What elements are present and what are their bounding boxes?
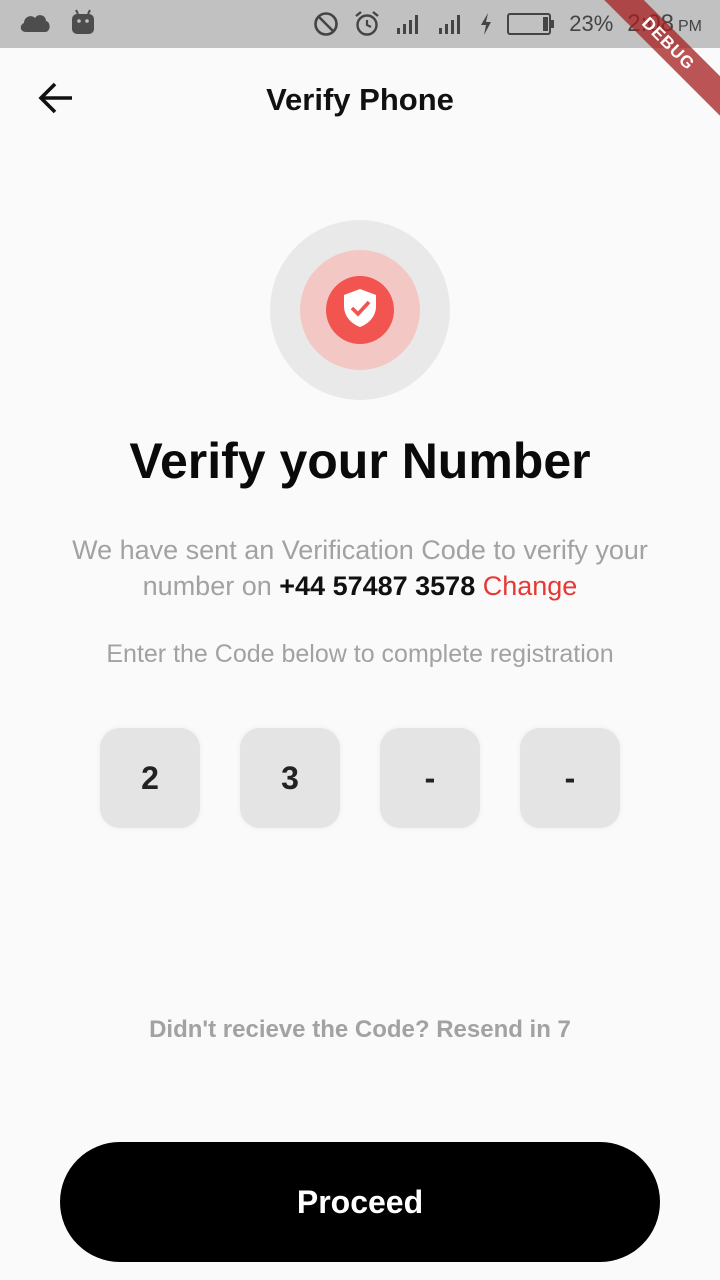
proceed-button[interactable]: Proceed [60,1142,660,1262]
verification-badge [270,220,450,400]
change-link[interactable]: Change [483,571,578,601]
battery-percent: 23% [569,11,614,36]
instruction-text: Enter the Code below to complete registr… [106,640,614,668]
arrow-back-icon [38,82,74,119]
app-bar: Verify Phone [0,48,720,160]
code-digit-2[interactable]: 3 [240,728,340,828]
code-digit-4[interactable]: - [520,728,620,828]
page-title: Verify Phone [266,82,454,117]
verification-info: We have sent an Verification Code to ver… [30,532,690,604]
code-digit-3[interactable]: - [380,728,480,828]
code-input-row: 2 3 - - [100,728,620,828]
alarm-icon [353,10,381,38]
code-digit-1[interactable]: 2 [100,728,200,828]
back-button[interactable] [28,72,84,128]
battery-icon [507,12,555,36]
clock-suffix: PM [678,18,702,35]
signal-icon-2 [437,12,465,36]
charging-icon [479,12,493,36]
resend-text: Didn't recieve the Code? Resend in 7 [149,1016,571,1043]
badge-core [326,276,394,344]
heading: Verify your Number [129,433,591,489]
signal-icon [395,12,423,36]
phone-number: +44 57487 3578 [279,571,476,601]
cloud-icon [18,11,52,38]
badge-ring [300,250,420,370]
shield-check-icon [342,288,378,333]
android-debug-icon [70,8,96,41]
do-not-disturb-icon [313,11,339,37]
